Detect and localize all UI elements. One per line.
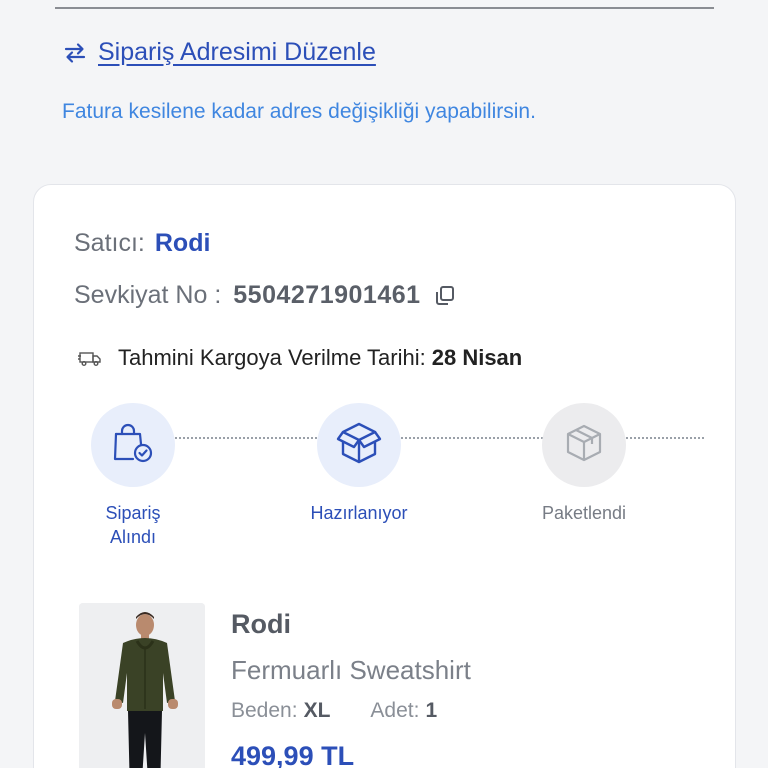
step-label: Sipariş Alındı bbox=[105, 503, 161, 547]
edit-address-label: Sipariş Adresimi Düzenle bbox=[98, 38, 376, 66]
swap-arrows-icon bbox=[62, 40, 88, 66]
product-attributes: Beden: XL Adet: 1 bbox=[231, 699, 437, 723]
address-change-note: Fatura kesilene kadar adres değişikliği … bbox=[62, 100, 536, 123]
step-circle bbox=[542, 403, 626, 487]
eta-value: 28 Nisan bbox=[431, 345, 523, 370]
product-brand: Rodi bbox=[231, 609, 291, 639]
quantity-value: 1 bbox=[425, 699, 438, 722]
top-divider bbox=[55, 7, 714, 9]
truck-icon bbox=[78, 348, 102, 368]
box-icon bbox=[561, 420, 607, 471]
seller-label: Satıcı: bbox=[74, 229, 145, 257]
step-circle bbox=[91, 403, 175, 487]
step-order-received: Sipariş Alındı bbox=[53, 403, 213, 549]
eta-label: Tahmini Kargoya Verilme Tarihi: bbox=[118, 345, 426, 370]
shipment-label: Sevkiyat No : bbox=[74, 281, 222, 309]
open-box-icon bbox=[334, 418, 384, 473]
step-packaged: Paketlendi bbox=[504, 403, 664, 525]
order-card: Satıcı: Rodi Sevkiyat No : 5504271901461… bbox=[33, 184, 736, 768]
step-label: Paketlendi bbox=[541, 503, 627, 523]
product-name[interactable]: Fermuarlı Sweatshirt bbox=[231, 655, 471, 686]
edit-address-link[interactable]: Sipariş Adresimi Düzenle bbox=[62, 38, 376, 67]
shipment-row: Sevkiyat No : 5504271901461 bbox=[74, 281, 457, 310]
estimated-shipping-row: Tahmini Kargoya Verilme Tarihi: 28 Nisan bbox=[78, 345, 522, 371]
size-value: XL bbox=[303, 699, 331, 722]
shipment-number: 5504271901461 bbox=[233, 281, 421, 309]
size-label: Beden: bbox=[231, 699, 298, 722]
shopping-bag-check-icon bbox=[110, 420, 156, 471]
step-label: Hazırlanıyor bbox=[310, 503, 408, 523]
copy-icon[interactable] bbox=[433, 284, 457, 308]
step-circle bbox=[317, 403, 401, 487]
quantity-label: Adet: bbox=[370, 699, 420, 722]
product-image[interactable] bbox=[79, 603, 205, 768]
seller-row: Satıcı: Rodi bbox=[74, 229, 210, 258]
step-preparing: Hazırlanıyor bbox=[279, 403, 439, 525]
product-price: 499,99 TL bbox=[231, 741, 355, 768]
seller-name-link[interactable]: Rodi bbox=[155, 229, 211, 258]
